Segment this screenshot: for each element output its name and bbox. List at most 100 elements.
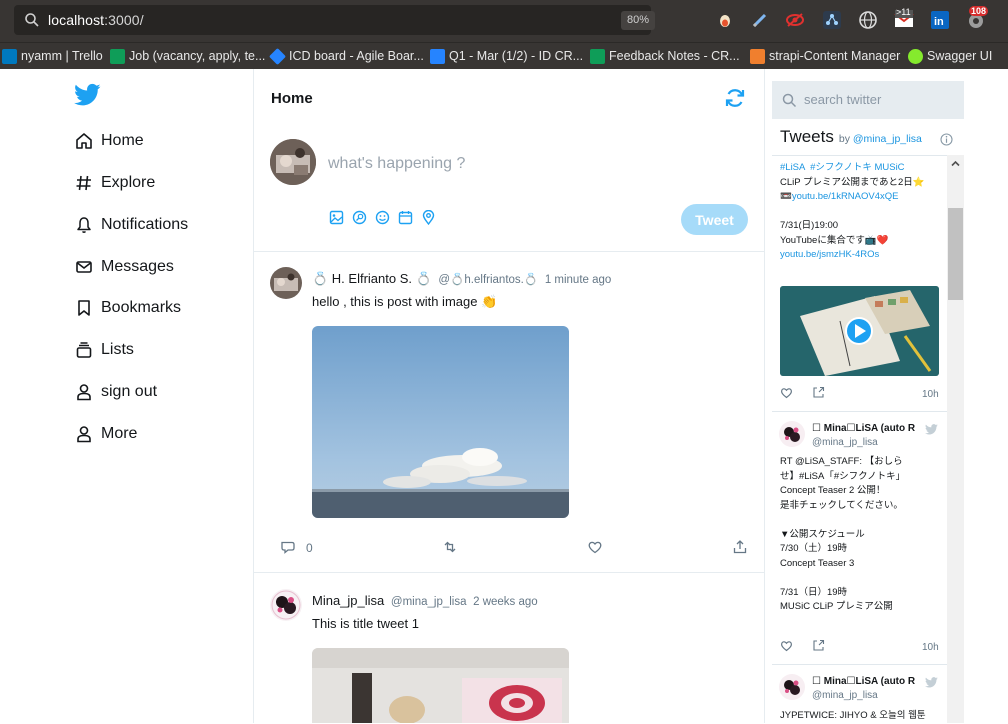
twitter-bird-icon[interactable] xyxy=(925,677,938,688)
scroll-up-icon[interactable] xyxy=(950,158,961,169)
post-timestamp: 1 minute ago xyxy=(544,274,612,286)
address-bar[interactable]: localhost:3000/ 80% xyxy=(14,5,655,35)
sheets-icon xyxy=(590,49,605,64)
trello-icon xyxy=(2,49,17,64)
pen-icon[interactable] xyxy=(750,10,770,30)
timeline-byline: by @mina_jp_lisa xyxy=(838,133,922,145)
nav-explore-label: Explore xyxy=(101,174,156,191)
post-author-handle: @💍h.elfriantos.💍 xyxy=(438,274,539,286)
compose-input[interactable] xyxy=(328,155,628,173)
nav-notifications-label: Notifications xyxy=(101,216,189,233)
twitter-bird-icon[interactable] xyxy=(925,424,938,435)
gmail-icon[interactable]: >11 xyxy=(894,7,914,30)
nav-sign-out-label: sign out xyxy=(101,383,158,400)
nav-notifications[interactable]: Notifications xyxy=(75,213,188,237)
retweet-icon[interactable] xyxy=(442,539,458,555)
svg-text:in: in xyxy=(934,16,944,28)
post-header: Mina_jp_lisa @mina_jp_lisa 2 weeks ago xyxy=(312,593,538,608)
post-image[interactable] xyxy=(312,648,569,723)
embedded-video-thumbnail[interactable] xyxy=(780,286,939,376)
globe-icon[interactable] xyxy=(858,10,878,30)
column-divider xyxy=(764,69,765,723)
sheets-icon xyxy=(110,49,125,64)
embedded-tweet-text: RT @LiSA_STAFF: 【おしら せ】#LiSA「#シフクノトキ」 Co… xyxy=(780,456,906,612)
embedded-tweet-author[interactable]: ☐ Mina☐LiSA (auto R xyxy=(812,676,915,687)
composer-toolbar xyxy=(329,210,436,226)
timeline-header: Tweets by @mina_jp_lisa xyxy=(780,127,922,147)
avatar[interactable] xyxy=(779,421,805,447)
browser-toolbar: localhost:3000/ 80% >11 in 108 xyxy=(0,0,1008,42)
image-icon[interactable] xyxy=(329,210,344,225)
share-icon[interactable] xyxy=(732,539,748,555)
post-author-handle: @mina_jp_lisa xyxy=(390,596,467,608)
search-icon xyxy=(25,13,39,27)
nav-home-label: Home xyxy=(101,132,144,149)
bookmarks-bar: nyamm | Trello Job (vacancy, apply, te..… xyxy=(0,42,1008,69)
nav-messages-label: Messages xyxy=(101,258,174,275)
user-icon xyxy=(77,384,91,401)
like-icon[interactable] xyxy=(780,639,793,652)
twitter-logo-icon[interactable] xyxy=(74,83,101,107)
avatar[interactable] xyxy=(270,267,302,299)
swagger-icon xyxy=(908,49,923,64)
tweet-time[interactable]: 10h xyxy=(922,389,939,400)
nav-messages[interactable]: Messages xyxy=(75,255,174,279)
post-header: 💍 H. Elfrianto S. 💍 @💍h.elfriantos.💍 1 m… xyxy=(312,271,611,287)
tweet-button[interactable]: Tweet xyxy=(681,204,748,235)
divider xyxy=(772,411,947,412)
timeline-user-link[interactable]: @mina_jp_lisa xyxy=(853,133,922,145)
location-icon[interactable] xyxy=(421,210,436,225)
notification-badge: 108 xyxy=(969,6,989,16)
nav-sign-out[interactable]: sign out xyxy=(75,380,157,404)
info-icon[interactable] xyxy=(940,133,953,146)
divider xyxy=(254,572,764,573)
embedded-tweet-author[interactable]: ☐ Mina☐LiSA (auto R xyxy=(812,423,915,434)
nav-lists[interactable]: Lists xyxy=(75,338,134,362)
nav-bookmarks[interactable]: Bookmarks xyxy=(75,296,181,320)
emoji-icon[interactable] xyxy=(375,210,390,225)
network-icon[interactable] xyxy=(822,10,842,30)
page-title: Home xyxy=(271,90,313,107)
avatar[interactable] xyxy=(270,139,316,185)
share-icon[interactable] xyxy=(812,639,825,652)
linkedin-icon[interactable]: in xyxy=(930,10,950,30)
home-icon xyxy=(76,133,92,149)
share-icon[interactable] xyxy=(812,386,825,399)
scrollbar-thumb[interactable] xyxy=(948,208,963,300)
bell-icon xyxy=(77,217,91,233)
extension-icon[interactable] xyxy=(715,10,735,30)
avatar[interactable] xyxy=(270,589,302,621)
divider xyxy=(772,664,947,665)
nav-bookmarks-label: Bookmarks xyxy=(101,299,182,316)
avatar[interactable] xyxy=(779,674,805,700)
nav-home[interactable]: Home xyxy=(75,129,144,153)
like-icon[interactable] xyxy=(587,539,603,555)
refresh-icon[interactable] xyxy=(724,87,746,109)
post-image[interactable] xyxy=(312,326,569,518)
post-timestamp: 2 weeks ago xyxy=(473,596,538,608)
nav-more[interactable]: More xyxy=(75,422,137,446)
nav-explore[interactable]: Explore xyxy=(75,171,155,195)
search-input[interactable] xyxy=(804,92,954,107)
post-author-name[interactable]: Mina_jp_lisa xyxy=(312,593,384,608)
divider xyxy=(254,251,764,252)
tweet-time[interactable]: 10h xyxy=(922,642,939,653)
embedded-tweet-handle[interactable]: @mina_jp_lisa xyxy=(812,437,878,448)
gif-icon[interactable] xyxy=(352,210,367,225)
twitter-page: Home Explore Notifications Messages Book… xyxy=(0,69,1008,723)
reply-icon[interactable] xyxy=(280,539,296,555)
like-icon[interactable] xyxy=(780,386,793,399)
timeline-title: Tweets xyxy=(780,127,834,146)
extension-badge-icon[interactable]: 108 xyxy=(966,6,989,30)
post-author-name[interactable]: 💍 H. Elfrianto S. 💍 xyxy=(312,271,432,286)
list-icon xyxy=(76,342,92,358)
calendar-icon[interactable] xyxy=(398,210,413,225)
zoom-badge[interactable]: 80% xyxy=(621,11,655,30)
mail-count-badge: >11 xyxy=(896,7,911,17)
url-text: localhost:3000/ xyxy=(48,12,144,28)
search-box[interactable] xyxy=(772,81,964,119)
hash-icon xyxy=(76,175,91,191)
embedded-tweet-handle[interactable]: @mina_jp_lisa xyxy=(812,690,878,701)
eye-off-icon[interactable] xyxy=(785,10,805,30)
embedded-tweet-text: JYPETWICE: JIHYO & 오늘의 웹툰 xyxy=(780,710,926,721)
